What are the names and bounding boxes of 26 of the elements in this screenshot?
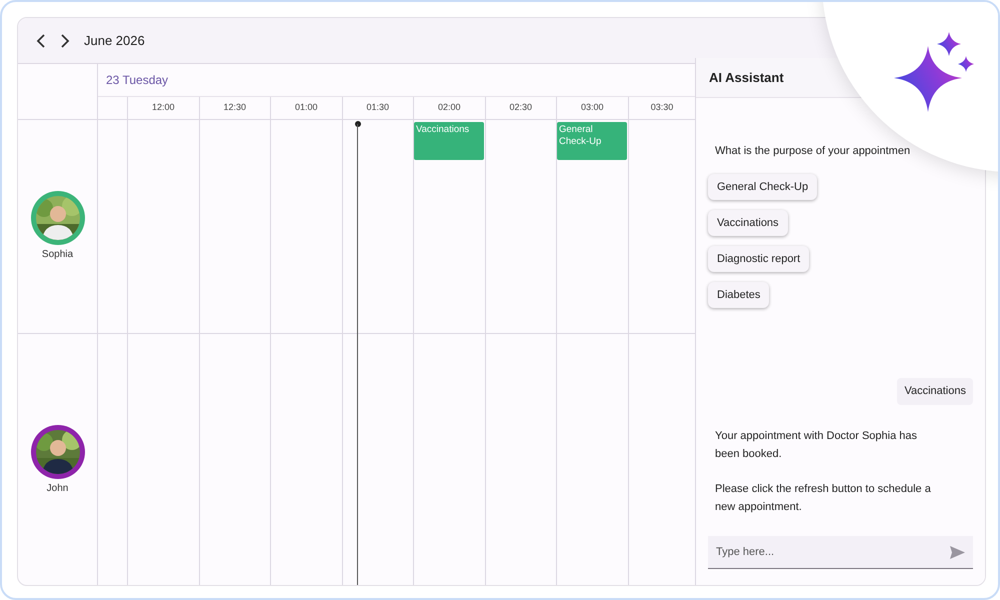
month-label[interactable]: June 2026	[84, 30, 145, 50]
time-slot-label: 02:30	[509, 101, 532, 114]
time-slot-label: 01:00	[294, 101, 318, 114]
user-message: Vaccinations	[897, 378, 973, 404]
time-slot-label: 12:30	[223, 101, 246, 114]
option-chip[interactable]: Vaccinations	[708, 210, 788, 236]
option-chip[interactable]: Diabetes	[708, 282, 770, 308]
option-chip[interactable]: Diagnostic report	[708, 246, 810, 272]
option-chip[interactable]: General Check-Up	[708, 174, 818, 200]
assistant-message: What is the purpose of your appointmen	[714, 144, 912, 159]
time-slot-label: 02:00	[438, 101, 461, 114]
message-input[interactable]: Type here...	[708, 536, 973, 569]
send-icon[interactable]	[950, 546, 965, 559]
time-slot-label: 12:00	[152, 101, 175, 114]
previous-icon[interactable]	[36, 34, 46, 48]
day-label: 23 Tuesday	[106, 72, 168, 89]
time-slot-label: 01:30	[366, 101, 390, 114]
panel-title: AI Assistant	[709, 68, 784, 87]
time-slot-label: 03:00	[580, 101, 604, 114]
resource-name: John	[46, 482, 68, 496]
sparkle-icon	[894, 30, 976, 112]
time-slot-label: 03:30	[650, 101, 674, 114]
resource-name: Sophia	[42, 248, 74, 262]
assistant-message: Your appointment with Doctor Sophia has been booked.	[714, 428, 918, 462]
assistant-message: Please click the refresh button to schedule a new appointment.	[714, 482, 932, 514]
next-icon[interactable]	[60, 34, 70, 48]
